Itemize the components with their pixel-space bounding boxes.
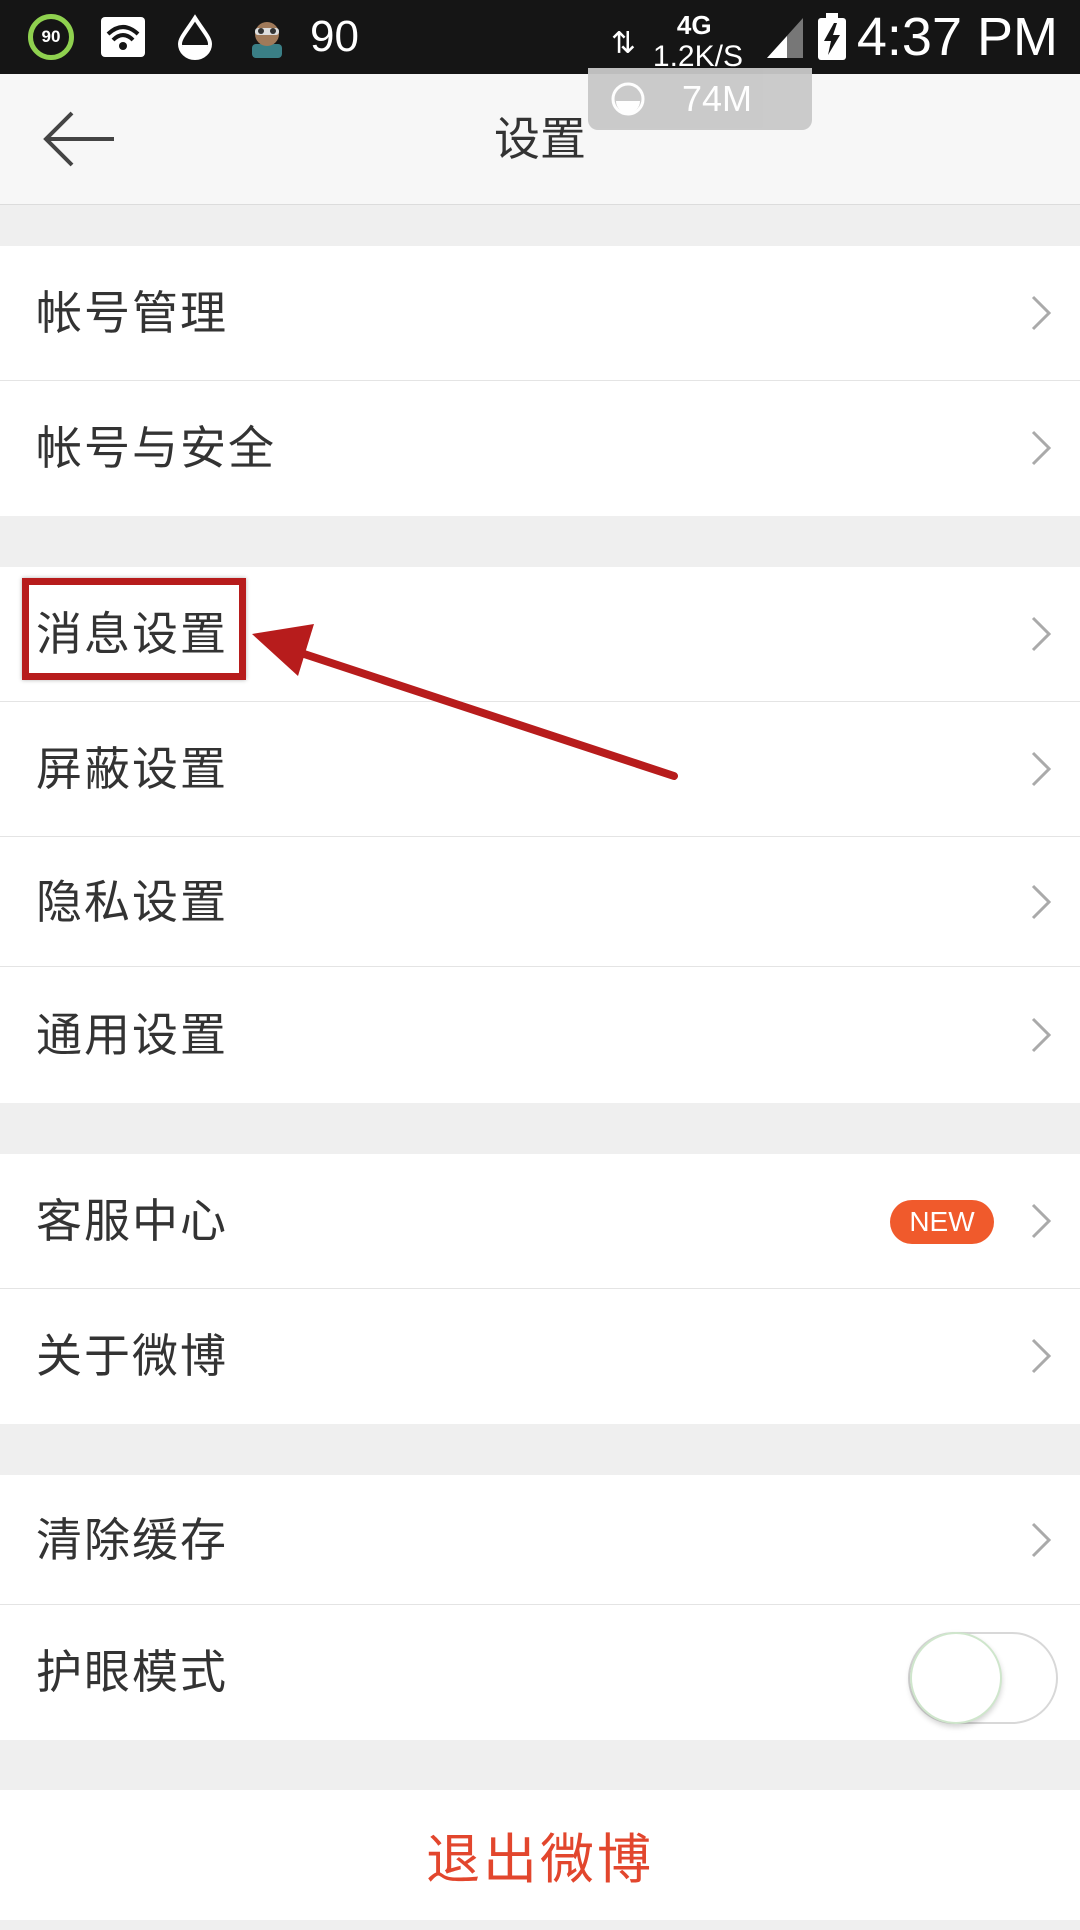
battery-charging-icon: [817, 13, 846, 60]
chevron-right-icon: [1031, 751, 1052, 787]
toggle-knob: [910, 1632, 1002, 1724]
notification-count: 90: [310, 12, 359, 61]
page-title: 设置: [494, 112, 586, 166]
clock: 4:37 PM: [856, 7, 1058, 67]
water-drop-icon: [177, 14, 213, 60]
water-drop-icon: [611, 82, 645, 116]
eye-protection-toggle[interactable]: [908, 1632, 1058, 1724]
settings-group-support: 客服中心 NEW 关于微博: [0, 1154, 1080, 1424]
settings-item-eye-protection: 护眼模式: [0, 1605, 1080, 1740]
settings-item-general-settings[interactable]: 通用设置: [0, 967, 1080, 1103]
top-app-bar: 设置: [0, 74, 1080, 205]
highlight-box: [22, 578, 246, 680]
settings-item-privacy-settings[interactable]: 隐私设置: [0, 837, 1080, 967]
data-arrows-icon: ⇅: [610, 26, 637, 61]
settings-item-account-management[interactable]: 帐号管理: [0, 246, 1080, 381]
item-label: 帐号管理: [36, 286, 228, 340]
settings-item-account-security[interactable]: 帐号与安全: [0, 381, 1080, 516]
settings-item-clear-cache[interactable]: 清除缓存: [0, 1475, 1080, 1605]
chevron-right-icon: [1031, 295, 1052, 331]
signal-icon: [766, 18, 803, 58]
settings-group-misc: 清除缓存 护眼模式: [0, 1475, 1080, 1740]
chevron-right-icon: [1031, 1338, 1052, 1374]
chevron-right-icon: [1031, 884, 1052, 920]
settings-item-customer-service[interactable]: 客服中心 NEW: [0, 1154, 1080, 1289]
logout-button[interactable]: 退出微博: [0, 1790, 1080, 1920]
wifi-icon: [101, 17, 145, 57]
memory-text: 74M: [682, 78, 753, 119]
memory-indicator[interactable]: 74M: [588, 68, 812, 130]
settings-group-account: 帐号管理 帐号与安全: [0, 246, 1080, 516]
item-label: 清除缓存: [36, 1513, 228, 1567]
item-label: 帐号与安全: [36, 421, 276, 475]
item-label: 护眼模式: [36, 1645, 228, 1699]
item-label: 关于微博: [36, 1329, 228, 1383]
item-label: 客服中心: [36, 1194, 228, 1248]
settings-item-about-weibo[interactable]: 关于微博: [0, 1289, 1080, 1424]
status-bar: 90 90 ⇅ 4G 1.2K/S 4:37 PM: [0, 0, 1080, 74]
chevron-right-icon: [1031, 1203, 1052, 1239]
network-speed: ⇅ 4G 1.2K/S: [581, 4, 757, 73]
chevron-right-icon: [1031, 430, 1052, 466]
settings-item-block-settings[interactable]: 屏蔽设置: [0, 702, 1080, 837]
battery-ring-icon: 90: [28, 14, 74, 60]
avatar-icon: [252, 22, 282, 58]
item-label: 通用设置: [36, 1008, 228, 1062]
chevron-right-icon: [1031, 616, 1052, 652]
network-type: 4G: [676, 10, 712, 40]
chevron-right-icon: [1031, 1522, 1052, 1558]
chevron-right-icon: [1031, 1017, 1052, 1053]
new-badge: NEW: [890, 1200, 994, 1244]
item-label: 屏蔽设置: [36, 742, 228, 796]
item-label: 隐私设置: [36, 875, 228, 929]
